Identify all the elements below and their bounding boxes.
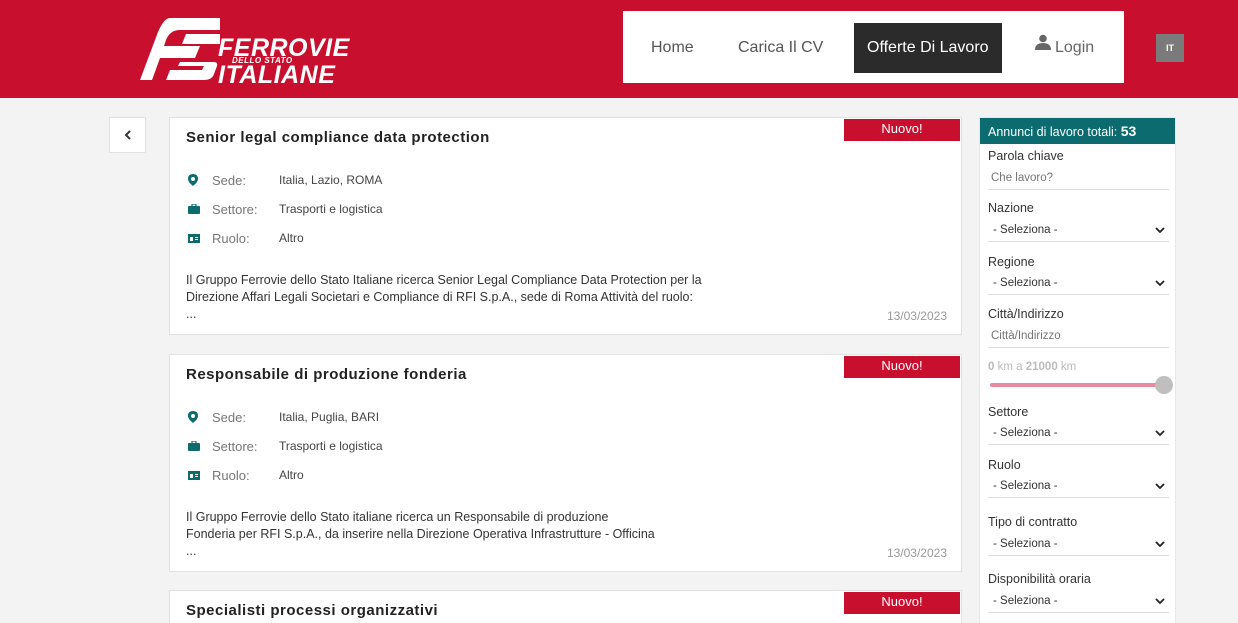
back-button[interactable] xyxy=(109,117,146,153)
chevron-down-icon xyxy=(1155,541,1165,548)
job-description: Il Gruppo Ferrovie dello Stato Italiane … xyxy=(186,273,702,321)
nazione-label: Nazione xyxy=(988,201,1034,215)
contratto-label: Tipo di contratto xyxy=(988,515,1078,529)
distance-slider-track[interactable] xyxy=(990,383,1162,387)
job-sede: Sede: Italia, Puglia, BARI xyxy=(188,407,379,427)
regione-select[interactable]: - Seleziona - xyxy=(988,271,1169,295)
user-icon xyxy=(1035,21,1051,71)
chevron-down-icon xyxy=(1155,598,1165,605)
settore-select[interactable]: - Seleziona - xyxy=(988,421,1169,445)
new-badge: Nuovo! xyxy=(844,592,960,614)
job-title[interactable]: Senior legal compliance data protection xyxy=(186,129,490,146)
chevron-down-icon xyxy=(1155,280,1165,287)
job-card[interactable]: Nuovo! Senior legal compliance data prot… xyxy=(169,117,962,335)
distance-range-text: 0 km a 21000 km xyxy=(988,361,1077,373)
regione-label: Regione xyxy=(988,255,1035,269)
job-card[interactable]: Nuovo! Specialisti processi organizzativ… xyxy=(169,590,962,623)
job-title[interactable]: Responsabile di produzione fonderia xyxy=(186,366,467,383)
nav-login[interactable]: Login xyxy=(1035,23,1094,73)
job-sede: Sede: Italia, Lazio, ROMA xyxy=(188,170,382,190)
ruolo-label: Ruolo xyxy=(988,458,1021,472)
fs-logo-icon xyxy=(140,18,220,80)
job-date: 13/03/2023 xyxy=(886,546,947,560)
map-pin-icon xyxy=(188,411,212,423)
chevron-left-icon xyxy=(124,130,131,140)
citta-input[interactable] xyxy=(988,324,1169,348)
job-settore: Settore: Trasporti e logistica xyxy=(188,436,383,456)
new-badge: Nuovo! xyxy=(844,119,960,141)
citta-label: Città/Indirizzo xyxy=(988,307,1064,321)
nav-login-label: Login xyxy=(1055,39,1095,56)
filter-sidebar: Annunci di lavoro totali: 53 Parola chia… xyxy=(979,117,1176,623)
briefcase-icon xyxy=(188,441,212,451)
keyword-input[interactable] xyxy=(988,166,1169,190)
total-jobs-header: Annunci di lavoro totali: 53 xyxy=(980,118,1175,144)
main-nav: Home Carica Il CV Offerte Di Lavoro Logi… xyxy=(623,11,1124,83)
orario-select[interactable]: - Seleziona - xyxy=(988,589,1169,613)
brand-logo[interactable]: FERROVIE DELLO STATO ITALIANE xyxy=(140,14,365,89)
job-card[interactable]: Nuovo! Responsabile di produzione fonder… xyxy=(169,354,962,572)
settore-label: Settore xyxy=(988,405,1029,419)
distance-slider-handle[interactable] xyxy=(1155,376,1173,394)
id-badge-icon xyxy=(188,233,212,243)
job-description: Il Gruppo Ferrovie dello Stato italiane … xyxy=(186,510,655,558)
nav-offerte-lavoro[interactable]: Offerte Di Lavoro xyxy=(854,23,1002,73)
site-header: FERROVIE DELLO STATO ITALIANE Home Caric… xyxy=(0,0,1238,98)
map-pin-icon xyxy=(188,174,212,186)
brand-line2: ITALIANE xyxy=(218,61,336,89)
keyword-label: Parola chiave xyxy=(988,149,1064,163)
briefcase-icon xyxy=(188,204,212,214)
id-badge-icon xyxy=(188,470,212,480)
contratto-select[interactable]: - Seleziona - xyxy=(988,532,1169,556)
job-ruolo: Ruolo: Altro xyxy=(188,465,304,485)
nazione-select[interactable]: - Seleziona - xyxy=(988,218,1169,242)
nav-home[interactable]: Home xyxy=(651,23,694,73)
ruolo-select[interactable]: - Seleziona - xyxy=(988,474,1169,498)
orario-label: Disponibilità oraria xyxy=(988,572,1091,586)
job-date: 13/03/2023 xyxy=(886,309,947,323)
chevron-down-icon xyxy=(1155,430,1165,437)
chevron-down-icon xyxy=(1155,483,1165,490)
language-switcher[interactable]: IT xyxy=(1156,34,1184,62)
job-settore: Settore: Trasporti e logistica xyxy=(188,199,383,219)
job-ruolo: Ruolo: Altro xyxy=(188,228,304,248)
new-badge: Nuovo! xyxy=(844,356,960,378)
nav-carica-cv[interactable]: Carica Il CV xyxy=(738,23,823,73)
job-title[interactable]: Specialisti processi organizzativi xyxy=(186,602,438,619)
chevron-down-icon xyxy=(1155,227,1165,234)
total-jobs-count: 53 xyxy=(1120,123,1137,139)
